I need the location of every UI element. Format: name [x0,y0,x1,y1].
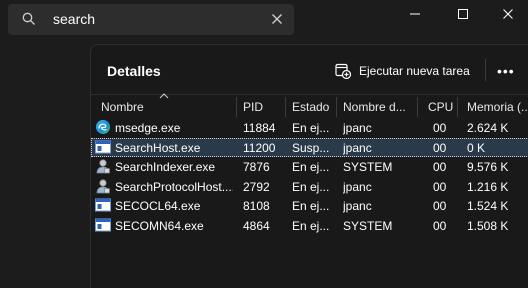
cell-user: jpanc [343,121,372,135]
cell-name: SECOMN64.exe [115,218,204,233]
run-new-task-button[interactable]: Ejecutar nueva tarea [335,60,470,82]
cell-name: SearchHost.exe [115,140,201,155]
cell-memory: 1.508 K [467,218,509,233]
cell-status: En ej... [292,179,330,194]
column-header-memory[interactable]: Memoria (... [467,100,528,114]
cell-user: SYSTEM [343,160,393,174]
cell-user: jpanc [343,199,372,213]
cell-pid: 8108 [243,199,270,213]
column-header-status[interactable]: Estado [292,100,329,114]
table-row[interactable]: SECOMN64.exe 4864 En ej... SYSTEM 00 1.508 K [91,216,528,235]
table-row[interactable]: SECOCL64.exe 8108 En ej... jpanc 00 1.524 K [91,196,528,215]
command-bar: Detalles Ejecutar nueva tarea ••• [91,45,528,93]
column-header-pid[interactable]: PID [243,100,263,114]
cell-memory: 0 K [467,140,486,155]
cell-cpu: 00 [433,179,447,194]
cell-status: En ej... [292,199,330,213]
app-window-icon [95,139,111,155]
table-row[interactable]: SearchHost.exe 11200 Susp... jpanc 00 0 K [91,137,528,157]
minimize-button[interactable] [392,0,438,28]
cell-status: En ej... [292,121,330,135]
cell-status: En ej... [292,218,330,233]
search-icon [22,12,36,31]
maximize-button[interactable] [440,0,486,28]
cell-user: SYSTEM [343,218,393,233]
cell-memory: 9.576 K [467,160,509,174]
column-divider[interactable] [417,97,418,117]
cell-memory: 2.624 K [467,121,509,135]
column-divider[interactable] [336,97,337,117]
cell-user: jpanc [343,179,372,194]
cell-memory: 1.216 K [467,179,509,194]
table-row[interactable]: SearchIndexer.exe 7876 En ej... SYSTEM 00 9.5… [91,157,528,176]
cell-memory: 1.524 K [467,199,509,213]
column-header-cpu[interactable]: CPU [428,100,453,114]
clear-search-icon[interactable] [271,12,283,30]
title-bar: search [0,0,528,44]
cell-pid: 11200 [243,140,276,155]
search-box[interactable]: search [8,4,294,35]
column-header-user[interactable]: Nombre d... [343,100,406,114]
app-window-icon [95,197,111,213]
close-button[interactable] [485,0,528,28]
toolbar-divider [485,59,486,81]
details-panel: Detalles Ejecutar nueva tarea ••• Nombre… [90,44,528,288]
cell-pid: 11884 [243,121,276,135]
cell-name: SECOCL64.exe [115,199,201,213]
maximize-icon [458,9,468,19]
page-title: Detalles [107,63,161,79]
table-row[interactable]: SearchProtocolHost.... 2792 En ej... jpanc 0… [91,177,528,196]
more-options-button[interactable]: ••• [497,63,515,79]
search-input[interactable]: search [53,11,95,27]
cell-cpu: 00 [433,160,447,174]
cell-pid: 2792 [243,179,270,194]
cell-status: Susp... [292,140,330,155]
user-service-icon [95,158,111,174]
cell-status: En ej... [292,160,330,174]
cell-name: SearchIndexer.exe [115,160,216,174]
minimize-icon [410,13,420,15]
column-divider[interactable] [457,97,458,117]
cell-cpu: 00 [433,218,447,233]
column-headers: Nombre PID Estado Nombre d... CPU Memori… [91,95,528,117]
user-service-icon [95,178,111,194]
column-divider[interactable] [285,97,286,117]
app-window-icon [95,217,111,233]
cell-cpu: 00 [433,199,447,213]
cell-name: msedge.exe [115,121,181,135]
cell-cpu: 00 [433,121,447,135]
column-divider[interactable] [236,97,237,117]
table-row[interactable]: msedge.exe 11884 En ej... jpanc 00 2.624 K [91,118,528,137]
cell-user: jpanc [343,140,372,155]
run-task-icon [335,63,351,79]
column-header-name[interactable]: Nombre [101,100,144,114]
cell-name: SearchProtocolHost.... [115,179,233,194]
cell-cpu: 00 [433,140,447,155]
run-new-task-label: Ejecutar nueva tarea [359,64,470,78]
close-icon [503,9,513,19]
cell-pid: 7876 [243,160,270,174]
edge-icon [95,119,111,135]
cell-pid: 4864 [243,218,270,233]
